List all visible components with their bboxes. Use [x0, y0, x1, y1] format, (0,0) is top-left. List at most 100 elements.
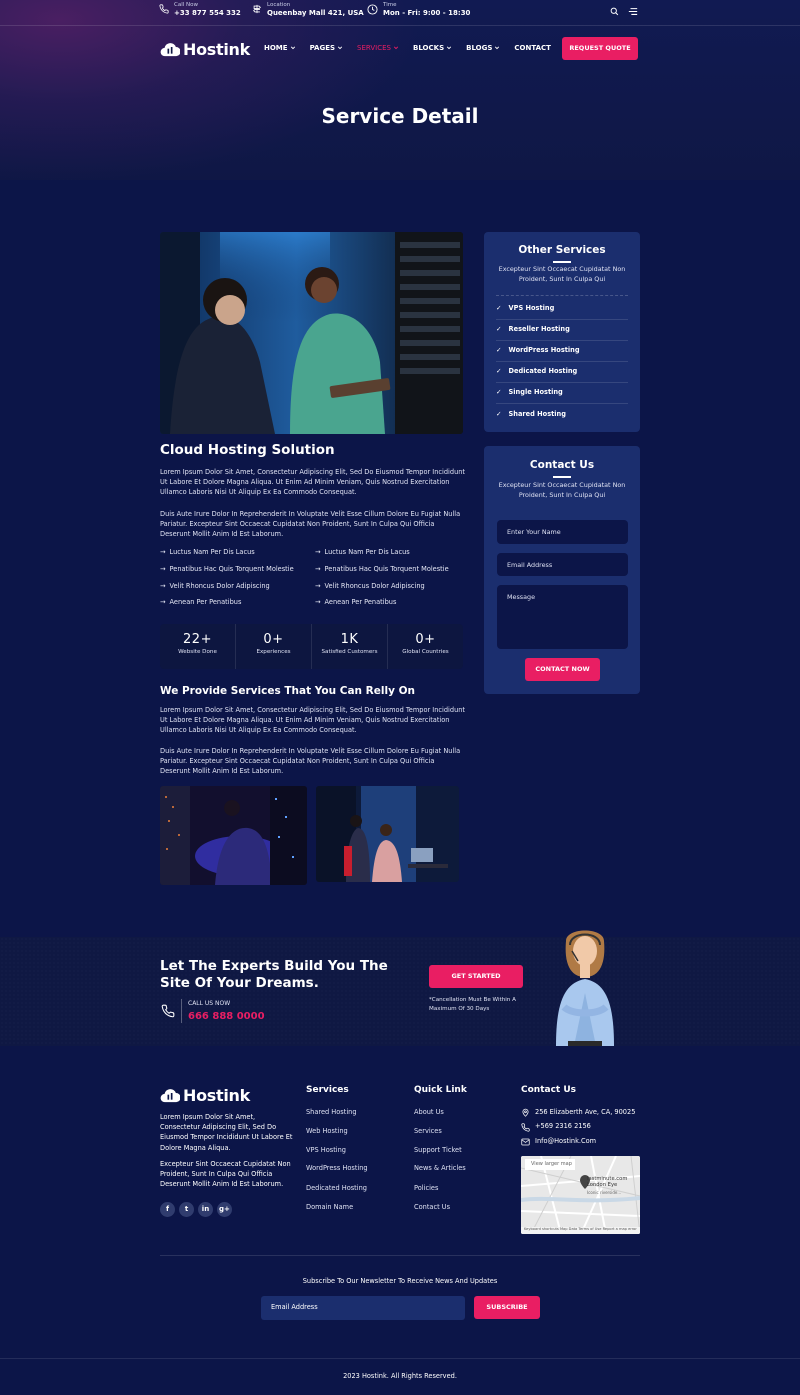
datacenter-image-2 [316, 786, 459, 882]
call-info: Call Now +33 877 554 332 [159, 2, 241, 18]
copyright-divider [0, 1358, 800, 1359]
facebook-icon[interactable]: f [160, 1202, 175, 1217]
service-link-dedicated[interactable]: ✓ Dedicated Hosting [496, 362, 628, 383]
arrow-right-icon: → [315, 565, 321, 573]
bullet-item: → Velit Rhoncus Dolor Adipiscing [315, 582, 425, 590]
footer-link[interactable]: About Us [414, 1108, 444, 1118]
contact-now-button[interactable]: CONTACT NOW [525, 658, 600, 681]
bullet-item: → Luctus Nam Per Dis Lacus [315, 548, 410, 556]
footer-link[interactable]: Contact Us [414, 1203, 450, 1213]
footer-phone[interactable]: +569 2316 2156 [535, 1122, 591, 1132]
services-heading: We Provide Services That You Can Relly O… [160, 685, 415, 697]
email-field[interactable]: Email Address [497, 553, 628, 576]
footer-link[interactable]: Domain Name [306, 1203, 353, 1213]
cta-band: Let The Experts Build You The Site Of Yo… [0, 930, 800, 1046]
name-field[interactable]: Enter Your Name [497, 520, 628, 544]
stat-item: 1K Satisfied Customers [312, 624, 388, 669]
bullet-item: → Penatibus Hac Quis Torquent Molestie [160, 565, 294, 573]
nav-pages[interactable]: PAGES [310, 43, 343, 53]
contact-card: Contact Us Excepteur Sint Occaecat Cupid… [484, 446, 640, 694]
article-paragraph-3: Lorem Ipsum Dolor Sit Amet, Consectetur … [160, 706, 466, 735]
stats-bar: 22+ Website Done 0+ Experiences 1K Satisfie… [160, 624, 463, 669]
signpost-icon [253, 4, 261, 14]
arrow-right-icon: → [315, 548, 321, 556]
footer-link[interactable]: Web Hosting [306, 1127, 348, 1137]
service-link-shared[interactable]: ✓ Shared Hosting [496, 404, 628, 425]
footer-link[interactable]: Policies [414, 1184, 438, 1194]
time-label: Time [383, 2, 397, 8]
view-larger-map-link[interactable]: View larger map [531, 1161, 572, 1168]
message-field[interactable]: Message [497, 585, 628, 649]
search-icon[interactable] [610, 7, 619, 16]
menu-icon[interactable] [628, 7, 638, 16]
footer-contact-title: Contact Us [521, 1085, 577, 1095]
footer-link[interactable]: Services [414, 1127, 442, 1137]
server-room-image [160, 232, 463, 434]
check-icon: ✓ [496, 304, 502, 313]
get-started-button[interactable]: GET STARTED [429, 965, 523, 988]
footer-about-1: Lorem Ipsum Dolor Sit Amet, Consectetur … [160, 1113, 293, 1152]
contact-subtitle: Excepteur Sint Occaecat Cupidatat Non Pr… [498, 481, 626, 499]
location-map[interactable]: View larger map lastminute.com London Ey… [521, 1156, 640, 1234]
logo[interactable]: Hostink [160, 38, 250, 61]
stat-item: 22+ Website Done [160, 624, 236, 669]
footer-link[interactable]: News & Articles [414, 1164, 466, 1174]
twitter-icon[interactable]: t [179, 1202, 194, 1217]
check-icon: ✓ [496, 367, 502, 376]
google-plus-icon[interactable]: g+ [217, 1202, 232, 1217]
footer-link[interactable]: WordPress Hosting [306, 1164, 368, 1174]
request-quote-button[interactable]: REQUEST QUOTE [562, 37, 638, 60]
other-services-card: Other Services Excepteur Sint Occaecat C… [484, 232, 640, 432]
logo-text: Hostink [183, 40, 250, 59]
nav-blogs[interactable]: BLOGS [466, 43, 500, 53]
footer-logo[interactable]: Hostink [160, 1084, 250, 1107]
footer-link[interactable]: Dedicated Hosting [306, 1184, 367, 1194]
linkedin-icon[interactable]: in [198, 1202, 213, 1217]
check-icon: ✓ [496, 325, 502, 334]
footer-about-2: Excepteur Sint Occaecat Cupidatat Non Pr… [160, 1160, 291, 1189]
bullet-item: → Luctus Nam Per Dis Lacus [160, 548, 255, 556]
title-underline [553, 261, 571, 263]
page-header: Call Now +33 877 554 332 Location Queenbay… [0, 0, 800, 180]
cloud-logo-icon [160, 43, 180, 57]
newsletter-text: Subscribe To Our Newsletter To Receive N… [302, 1277, 498, 1285]
nav-contact[interactable]: CONTACT [514, 43, 551, 53]
time-value: Mon - Fri: 9:00 - 18:30 [383, 9, 471, 18]
footer-link[interactable]: Support Ticket [414, 1146, 462, 1156]
call-value[interactable]: +33 877 554 332 [174, 9, 241, 18]
subscribe-button[interactable]: SUBSCRIBE [474, 1296, 540, 1319]
arrow-right-icon: → [160, 582, 166, 590]
arrow-right-icon: → [160, 548, 166, 556]
cta-heading: Let The Experts Build You The Site Of Yo… [160, 958, 388, 991]
service-link-vps[interactable]: ✓ VPS Hosting [496, 299, 628, 320]
other-services-title: Other Services [518, 244, 606, 256]
newsletter-email-input[interactable]: Email Address [261, 1296, 465, 1320]
nav-blocks[interactable]: BLOCKS [413, 43, 452, 53]
top-bar: Call Now +33 877 554 332 Location Queenbay… [0, 0, 800, 26]
cta-phone[interactable]: 666 888 0000 [188, 1010, 265, 1025]
map-attribution: Keyboard shortcuts Map Data Terms of Use… [524, 1227, 637, 1231]
call-us-label: CALL US NOW [188, 1000, 231, 1007]
bullet-item: → Aenean Per Penatibus [315, 598, 397, 606]
bullet-item: → Penatibus Hac Quis Torquent Molestie [315, 565, 449, 573]
location-info: Location Queenbay Mall 421, USA [252, 2, 364, 18]
service-link-wordpress[interactable]: ✓ WordPress Hosting [496, 341, 628, 362]
support-agent-image [556, 930, 614, 1046]
mail-icon [521, 1138, 530, 1146]
social-links: f t in g+ [160, 1202, 232, 1217]
service-link-single[interactable]: ✓ Single Hosting [496, 383, 628, 404]
nav-home[interactable]: HOME [264, 43, 296, 53]
map-place-sub: Iconic riverside... [587, 1190, 622, 1195]
footer-link[interactable]: Shared Hosting [306, 1108, 357, 1118]
check-icon: ✓ [496, 409, 502, 418]
service-link-reseller[interactable]: ✓ Reseller Hosting [496, 320, 628, 341]
footer-link[interactable]: VPS Hosting [306, 1146, 346, 1156]
main-nav: Hostink HOME PAGES SERVICES BLOCKS BLOGS… [160, 36, 638, 60]
nav-services[interactable]: SERVICES [357, 43, 399, 53]
footer-services-title: Services [306, 1085, 349, 1095]
call-label: Call Now [174, 2, 198, 8]
bullet-item: → Aenean Per Penatibus [160, 598, 242, 606]
divider [181, 999, 182, 1023]
page-title: Service Detail [321, 104, 479, 128]
footer-email[interactable]: Info@Hostink.Com [535, 1137, 596, 1147]
